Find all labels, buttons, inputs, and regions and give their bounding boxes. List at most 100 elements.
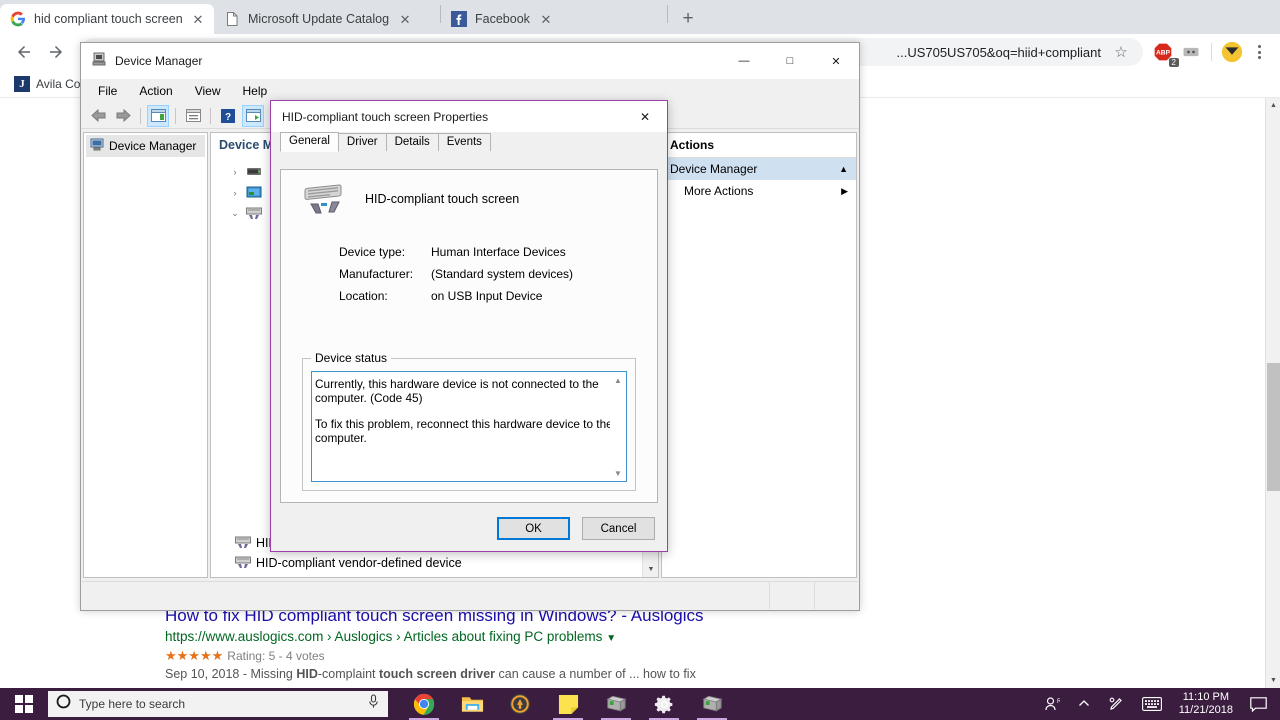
menu-file[interactable]: File xyxy=(89,81,126,101)
svg-text:ABP: ABP xyxy=(1156,50,1171,57)
taskbar-settings-icon[interactable] xyxy=(640,688,688,720)
properties-icon[interactable] xyxy=(182,105,204,127)
microphone-icon[interactable] xyxy=(367,694,380,714)
chevron-down-icon[interactable]: ▼ xyxy=(606,633,616,644)
tab-microsoft-update-catalog[interactable]: Microsoft Update Catalog ✕ xyxy=(214,4,440,34)
scroll-down-arrow-icon[interactable]: ▼ xyxy=(610,465,626,481)
page-scrollbar[interactable]: ▲ ▼ xyxy=(1265,98,1280,688)
scroll-down-arrow-icon[interactable]: ▼ xyxy=(643,561,658,577)
windows-taskbar: Type here to search R 11:10 PM 11/21/201… xyxy=(0,688,1280,720)
taskbar-chrome-icon[interactable] xyxy=(400,688,448,720)
properties-general-panel: HID-compliant touch screen Device type: … xyxy=(280,169,658,503)
notification-icon[interactable] xyxy=(1241,688,1276,720)
start-button[interactable] xyxy=(0,688,48,720)
touch-keyboard-icon[interactable] xyxy=(1133,688,1171,720)
console-tree-item-device-manager[interactable]: Device Manager xyxy=(86,135,205,157)
taskbar-sticky-notes-icon[interactable] xyxy=(544,688,592,720)
snippet-date: Sep 10, 2018 - xyxy=(165,667,251,681)
properties-dialog-buttons: OK Cancel xyxy=(497,517,655,540)
taskbar-device-manager-icon[interactable] xyxy=(592,688,640,720)
chevron-down-icon[interactable]: ⌄ xyxy=(229,208,241,219)
tab-details[interactable]: Details xyxy=(385,133,439,151)
taskbar-app-buttons xyxy=(400,688,736,720)
hid-touch-screen-icon xyxy=(301,184,349,223)
properties-close-button[interactable]: ✕ xyxy=(623,101,667,132)
bookmark-star-icon[interactable]: ☆ xyxy=(1111,43,1131,61)
cancel-button[interactable]: Cancel xyxy=(582,517,655,540)
tab-close-icon[interactable]: ✕ xyxy=(538,11,554,27)
scroll-up-arrow-icon[interactable]: ▲ xyxy=(610,372,626,388)
back-button[interactable] xyxy=(8,36,40,68)
tab-driver[interactable]: Driver xyxy=(337,133,387,151)
chevron-right-icon[interactable]: › xyxy=(229,167,241,177)
field-row-device-type: Device type: Human Interface Devices xyxy=(339,241,657,263)
menu-action[interactable]: Action xyxy=(130,81,181,101)
clock-date: 11/21/2018 xyxy=(1178,704,1233,716)
toolbar-divider xyxy=(1211,43,1212,61)
field-label: Device type: xyxy=(339,245,406,259)
scroll-up-arrow-icon[interactable]: ▲ xyxy=(1266,98,1280,113)
chevron-right-icon[interactable]: › xyxy=(229,188,241,198)
tab-facebook[interactable]: Facebook ✕ xyxy=(441,4,667,34)
actions-pane-header: Actions xyxy=(662,133,856,158)
show-hidden-icons-chevron[interactable] xyxy=(1069,688,1099,720)
device-manager-icon xyxy=(91,51,107,72)
chrome-menu-button[interactable] xyxy=(1246,38,1272,66)
minimize-button[interactable]: — xyxy=(721,43,767,79)
scroll-down-arrow-icon[interactable]: ▼ xyxy=(1266,673,1280,688)
adblock-extension-icon[interactable]: ABP 2 xyxy=(1149,38,1179,67)
extension-icon-2[interactable] xyxy=(1177,38,1205,66)
back-arrow-icon[interactable] xyxy=(87,105,109,127)
scrollbar-thumb[interactable] xyxy=(1267,363,1280,491)
actions-item-label: Device Manager xyxy=(670,162,758,176)
taskbar-clock[interactable]: 11:10 PM 11/21/2018 xyxy=(1171,691,1241,717)
people-icon[interactable]: R xyxy=(1035,688,1069,720)
collapse-caret-icon[interactable]: ▲ xyxy=(839,164,848,174)
maximize-button[interactable]: □ xyxy=(767,43,813,79)
tab-close-icon[interactable]: ✕ xyxy=(190,11,206,27)
pen-icon[interactable] xyxy=(1099,688,1133,720)
device-name: HID-compliant touch screen xyxy=(365,192,520,206)
taskbar-file-explorer-icon[interactable] xyxy=(448,688,496,720)
ok-button[interactable]: OK xyxy=(497,517,570,540)
menu-view[interactable]: View xyxy=(186,81,230,101)
tab-close-icon[interactable]: ✕ xyxy=(397,11,413,27)
new-tab-button[interactable]: + xyxy=(674,4,702,32)
field-value: (Standard system devices) xyxy=(431,267,574,281)
tab-general[interactable]: General xyxy=(280,132,339,152)
device-status-group-label: Device status xyxy=(311,351,392,365)
device-label: HID-compliant vendor-defined device xyxy=(256,556,462,570)
search-box[interactable]: Type here to search xyxy=(48,691,388,717)
actions-item-device-manager[interactable]: Device Manager ▲ xyxy=(662,158,856,180)
rating-text: Rating: 5 - 4 votes xyxy=(227,649,325,663)
expand-caret-icon[interactable]: ▶ xyxy=(841,186,848,197)
svg-text:R: R xyxy=(1057,699,1060,705)
actions-item-more-actions[interactable]: More Actions ▶ xyxy=(662,180,856,202)
update-driver-icon[interactable] xyxy=(242,104,264,127)
tab-google-search[interactable]: hid compliant touch screen drive ✕ xyxy=(0,4,214,34)
properties-dialog-title: HID-compliant touch screen Properties xyxy=(282,109,489,124)
search-result: How to fix HID compliant touch screen mi… xyxy=(165,606,865,681)
search-input-placeholder: Type here to search xyxy=(79,697,186,711)
tab-events[interactable]: Events xyxy=(437,133,491,151)
show-hidden-devices-icon[interactable] xyxy=(147,104,169,127)
forward-button[interactable] xyxy=(40,36,72,68)
help-icon[interactable]: ? xyxy=(217,105,239,127)
device-status-textbox[interactable]: Currently, this hardware device is not c… xyxy=(311,371,627,482)
taskbar-device-manager-icon-2[interactable] xyxy=(688,688,736,720)
star-rating-icon: ★★★★★ xyxy=(165,648,224,663)
status-textbox-scrollbar[interactable]: ▲ ▼ xyxy=(610,372,626,481)
disk-drive-icon xyxy=(246,165,262,179)
device-manager-window-controls: — □ ✕ xyxy=(721,43,859,79)
menu-help[interactable]: Help xyxy=(234,81,277,101)
bookmark-avila[interactable]: J Avila Co xyxy=(8,74,86,94)
profile-avatar[interactable] xyxy=(1218,38,1246,66)
taskbar-overwatch-icon[interactable] xyxy=(496,688,544,720)
properties-dialog: HID-compliant touch screen Properties ✕ … xyxy=(270,100,668,552)
tree-row[interactable]: HID-compliant vendor-defined device xyxy=(217,553,640,573)
search-result-url-text: https://www.auslogics.com › Auslogics › … xyxy=(165,629,603,644)
device-header: HID-compliant touch screen xyxy=(281,170,657,223)
close-button[interactable]: ✕ xyxy=(813,43,859,79)
device-status-text: Currently, this hardware device is not c… xyxy=(312,372,626,445)
forward-arrow-icon[interactable] xyxy=(112,105,134,127)
